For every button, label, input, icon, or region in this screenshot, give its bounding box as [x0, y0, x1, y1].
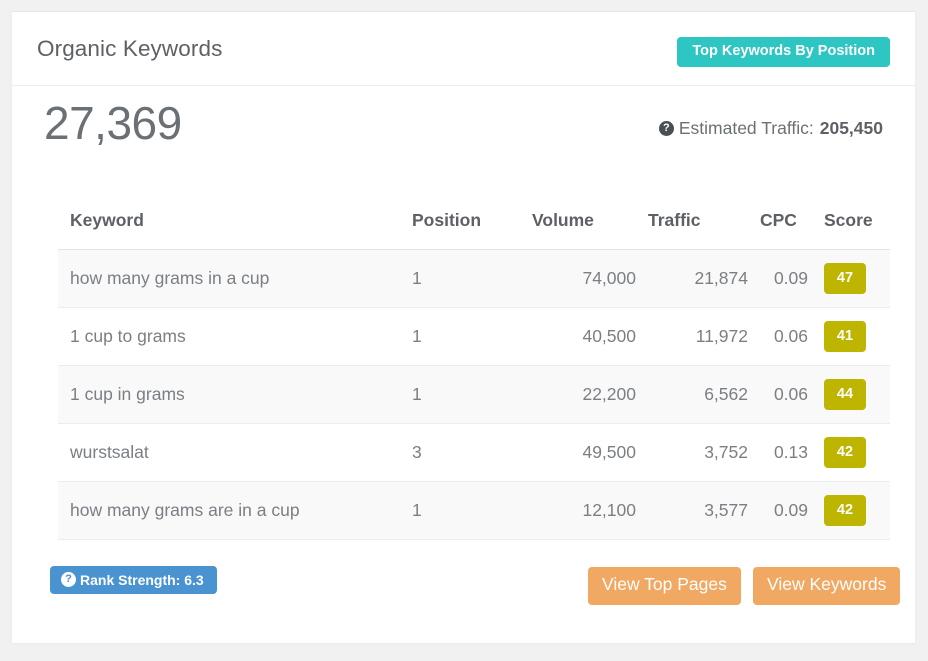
cell-score: 42	[818, 481, 890, 540]
score-badge: 47	[824, 263, 866, 294]
card-header: Organic Keywords Top Keywords By Positio…	[12, 12, 915, 86]
column-header-position[interactable]: Position	[408, 210, 530, 250]
organic-keywords-count: 27,369	[44, 97, 182, 149]
top-keywords-by-position-button[interactable]: Top Keywords By Position	[677, 37, 890, 67]
estimated-traffic-value: 205,450	[819, 118, 883, 138]
estimated-traffic-label: Estimated Traffic:	[678, 118, 814, 138]
cell-keyword: how many grams in a cup	[58, 249, 408, 308]
organic-keywords-card: Organic Keywords Top Keywords By Positio…	[11, 11, 915, 643]
cell-score: 41	[818, 307, 890, 366]
cell-volume: 49,500	[530, 423, 646, 482]
score-badge: 42	[824, 495, 866, 526]
cell-keyword: 1 cup to grams	[58, 307, 408, 366]
card-footer: ? Rank Strength: 6.3 View Top Pages View…	[12, 557, 915, 617]
keywords-table: Keyword Position Volume Traffic CPC Scor…	[58, 210, 890, 540]
table-body: how many grams in a cup 1 74,000 21,874 …	[58, 249, 890, 540]
rank-strength-label: Rank Strength: 6.3	[80, 571, 204, 588]
cell-traffic: 3,577	[646, 481, 758, 540]
estimated-traffic: ? Estimated Traffic: 205,450	[658, 118, 883, 139]
cell-cpc: 0.13	[758, 423, 818, 482]
cell-traffic: 21,874	[646, 249, 758, 308]
cell-position: 1	[408, 481, 530, 540]
cell-volume: 12,100	[530, 481, 646, 540]
stat-row: 27,369 ? Estimated Traffic: 205,450	[12, 86, 915, 172]
cell-volume: 22,200	[530, 365, 646, 424]
cell-cpc: 0.09	[758, 249, 818, 308]
view-keywords-button[interactable]: View Keywords	[753, 567, 901, 605]
score-badge: 42	[824, 437, 866, 468]
column-header-volume[interactable]: Volume	[530, 210, 646, 250]
cell-score: 42	[818, 423, 890, 482]
cell-score: 47	[818, 249, 890, 308]
cell-traffic: 11,972	[646, 307, 758, 366]
column-header-cpc[interactable]: CPC	[758, 210, 818, 250]
table-row[interactable]: 1 cup in grams 1 22,200 6,562 0.06 44	[58, 365, 890, 424]
question-circle-icon: ?	[61, 572, 76, 587]
table-header-row: Keyword Position Volume Traffic CPC Scor…	[58, 210, 890, 250]
cell-cpc: 0.06	[758, 365, 818, 424]
cell-traffic: 6,562	[646, 365, 758, 424]
cell-score: 44	[818, 365, 890, 424]
cell-cpc: 0.06	[758, 307, 818, 366]
table-row[interactable]: wurstsalat 3 49,500 3,752 0.13 42	[58, 423, 890, 482]
cell-position: 3	[408, 423, 530, 482]
cell-keyword: how many grams are in a cup	[58, 481, 408, 540]
cell-position: 1	[408, 365, 530, 424]
score-badge: 41	[824, 321, 866, 352]
column-header-keyword[interactable]: Keyword	[58, 210, 408, 250]
question-circle-icon[interactable]: ?	[658, 121, 674, 136]
column-header-score[interactable]: Score	[818, 210, 890, 250]
rank-strength-badge[interactable]: ? Rank Strength: 6.3	[50, 566, 217, 594]
table-row[interactable]: how many grams in a cup 1 74,000 21,874 …	[58, 249, 890, 308]
cell-volume: 74,000	[530, 249, 646, 308]
table-row[interactable]: how many grams are in a cup 1 12,100 3,5…	[58, 481, 890, 540]
view-top-pages-button[interactable]: View Top Pages	[588, 567, 741, 605]
cell-volume: 40,500	[530, 307, 646, 366]
page-title: Organic Keywords	[37, 36, 223, 61]
cell-traffic: 3,752	[646, 423, 758, 482]
cell-keyword: 1 cup in grams	[58, 365, 408, 424]
cell-position: 1	[408, 307, 530, 366]
column-header-traffic[interactable]: Traffic	[646, 210, 758, 250]
score-badge: 44	[824, 379, 866, 410]
cell-keyword: wurstsalat	[58, 423, 408, 482]
cell-position: 1	[408, 249, 530, 308]
cell-cpc: 0.09	[758, 481, 818, 540]
table-row[interactable]: 1 cup to grams 1 40,500 11,972 0.06 41	[58, 307, 890, 366]
